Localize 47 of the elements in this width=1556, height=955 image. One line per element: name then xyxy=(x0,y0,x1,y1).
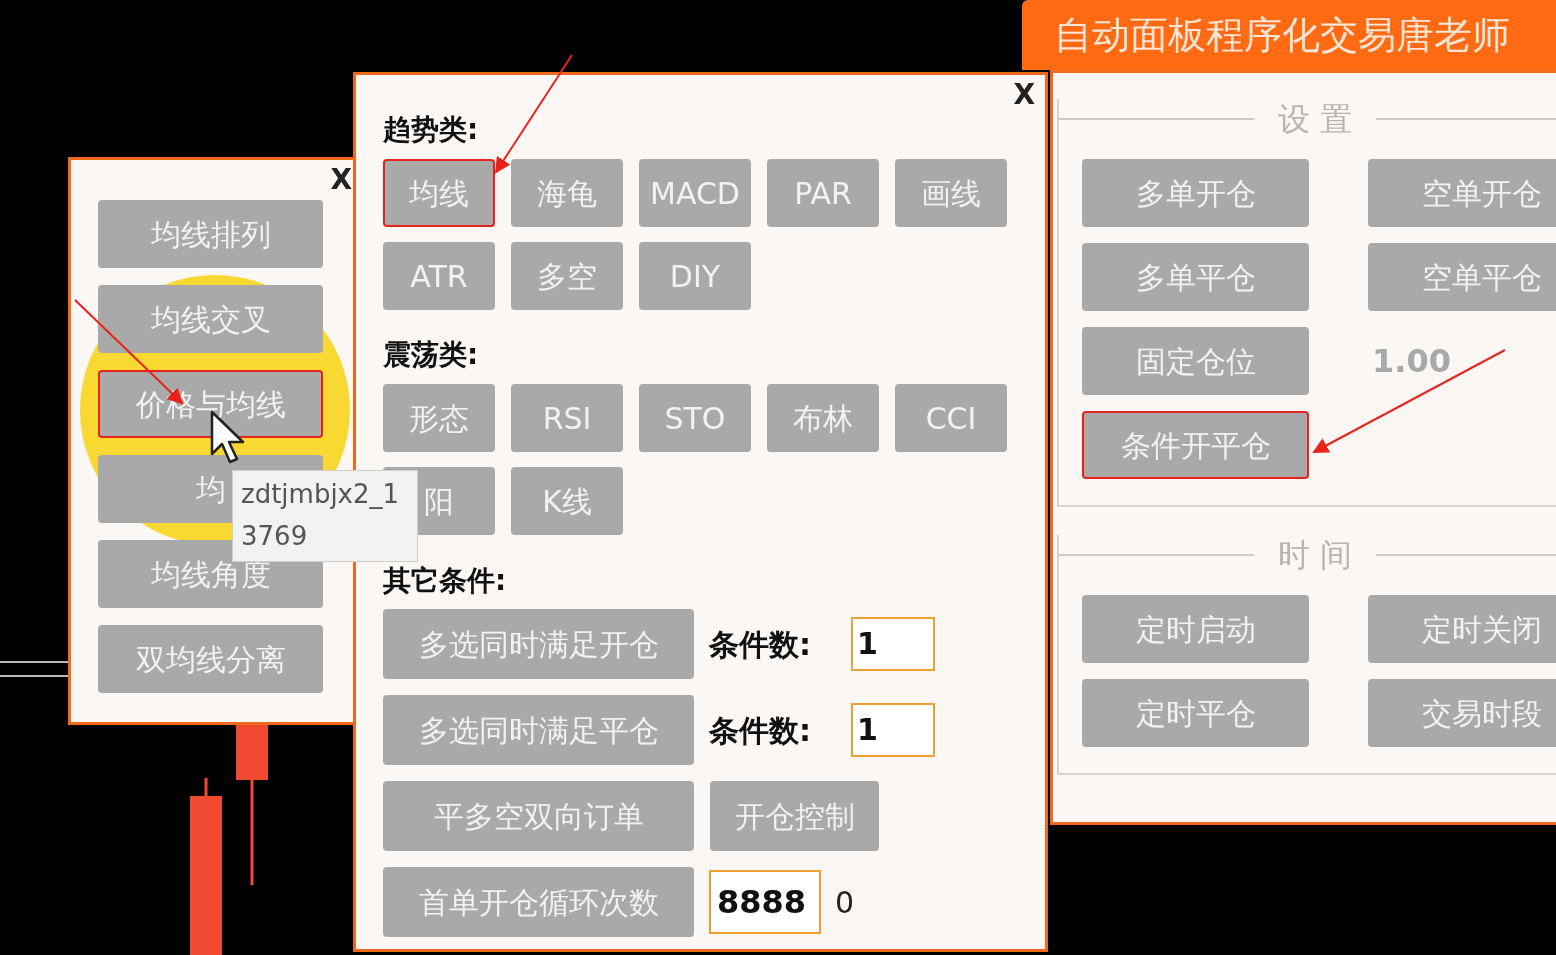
panel-button[interactable]: 开仓控制 xyxy=(710,781,879,851)
panel-button[interactable]: 首单开仓循环次数 xyxy=(383,867,694,937)
panel-button[interactable]: 多单开仓 xyxy=(1082,159,1309,227)
section-title: 震荡类: xyxy=(383,337,480,373)
panel-button[interactable]: 固定仓位 xyxy=(1082,327,1309,395)
panel-button[interactable]: 多空 xyxy=(511,242,623,310)
panel-button[interactable]: K线 xyxy=(511,467,623,535)
panel-button[interactable]: CCI xyxy=(895,384,1007,452)
panel-button[interactable]: 布林 xyxy=(767,384,879,452)
panel-button[interactable]: 画线 xyxy=(895,159,1007,227)
panel-button[interactable]: 平多空双向订单 xyxy=(383,781,694,851)
input-field[interactable]: 8888 xyxy=(709,870,821,934)
panel-button[interactable]: 交易时段 xyxy=(1368,679,1556,747)
panel-button[interactable]: 多单平仓 xyxy=(1082,243,1309,311)
panel-button[interactable]: 均线排列 xyxy=(98,200,323,268)
input-field[interactable]: 1 xyxy=(851,617,935,671)
panel-button[interactable]: 形态 xyxy=(383,384,495,452)
panel-button[interactable]: 双均线分离 xyxy=(98,625,323,693)
panel-button[interactable]: MACD xyxy=(639,159,751,227)
panel-button[interactable]: 条件开平仓 xyxy=(1082,411,1309,479)
panel-button[interactable]: 定时关闭 xyxy=(1368,595,1556,663)
section-title: 其它条件: xyxy=(383,563,508,599)
panel-button[interactable]: DIY xyxy=(639,242,751,310)
input-field[interactable]: 1 xyxy=(851,703,935,757)
panel-button[interactable]: 多选同时满足平仓 xyxy=(383,695,694,765)
panel-button[interactable]: PAR xyxy=(767,159,879,227)
field-label: 条件数: xyxy=(709,625,812,664)
panel-button[interactable]: 定时启动 xyxy=(1082,595,1309,663)
panel-button[interactable]: 定时平仓 xyxy=(1082,679,1309,747)
panel-button[interactable]: 多选同时满足开仓 xyxy=(383,609,694,679)
close-button[interactable]: X xyxy=(330,166,352,194)
group-title: 设 置 xyxy=(1278,99,1353,140)
panel-button[interactable]: 均线交叉 xyxy=(98,285,323,353)
field-label: 条件数: xyxy=(709,711,812,750)
panel-button[interactable]: ATR xyxy=(383,242,495,310)
window-title: 自动面板程序化交易唐老师 xyxy=(1054,11,1510,59)
count-text: 0 xyxy=(835,883,855,922)
lot-value: 1.00 xyxy=(1371,341,1452,382)
close-button[interactable]: X xyxy=(1013,81,1035,109)
panel-button[interactable]: 海龟 xyxy=(511,159,623,227)
panel-button[interactable]: 空单开仓 xyxy=(1368,159,1556,227)
panel-button[interactable]: STO xyxy=(639,384,751,452)
panel-button[interactable]: 空单平仓 xyxy=(1368,243,1556,311)
panel-button[interactable]: RSI xyxy=(511,384,623,452)
group-title: 时 间 xyxy=(1278,535,1353,576)
section-title: 趋势类: xyxy=(383,112,480,148)
panel-button[interactable]: 均线 xyxy=(383,159,495,227)
